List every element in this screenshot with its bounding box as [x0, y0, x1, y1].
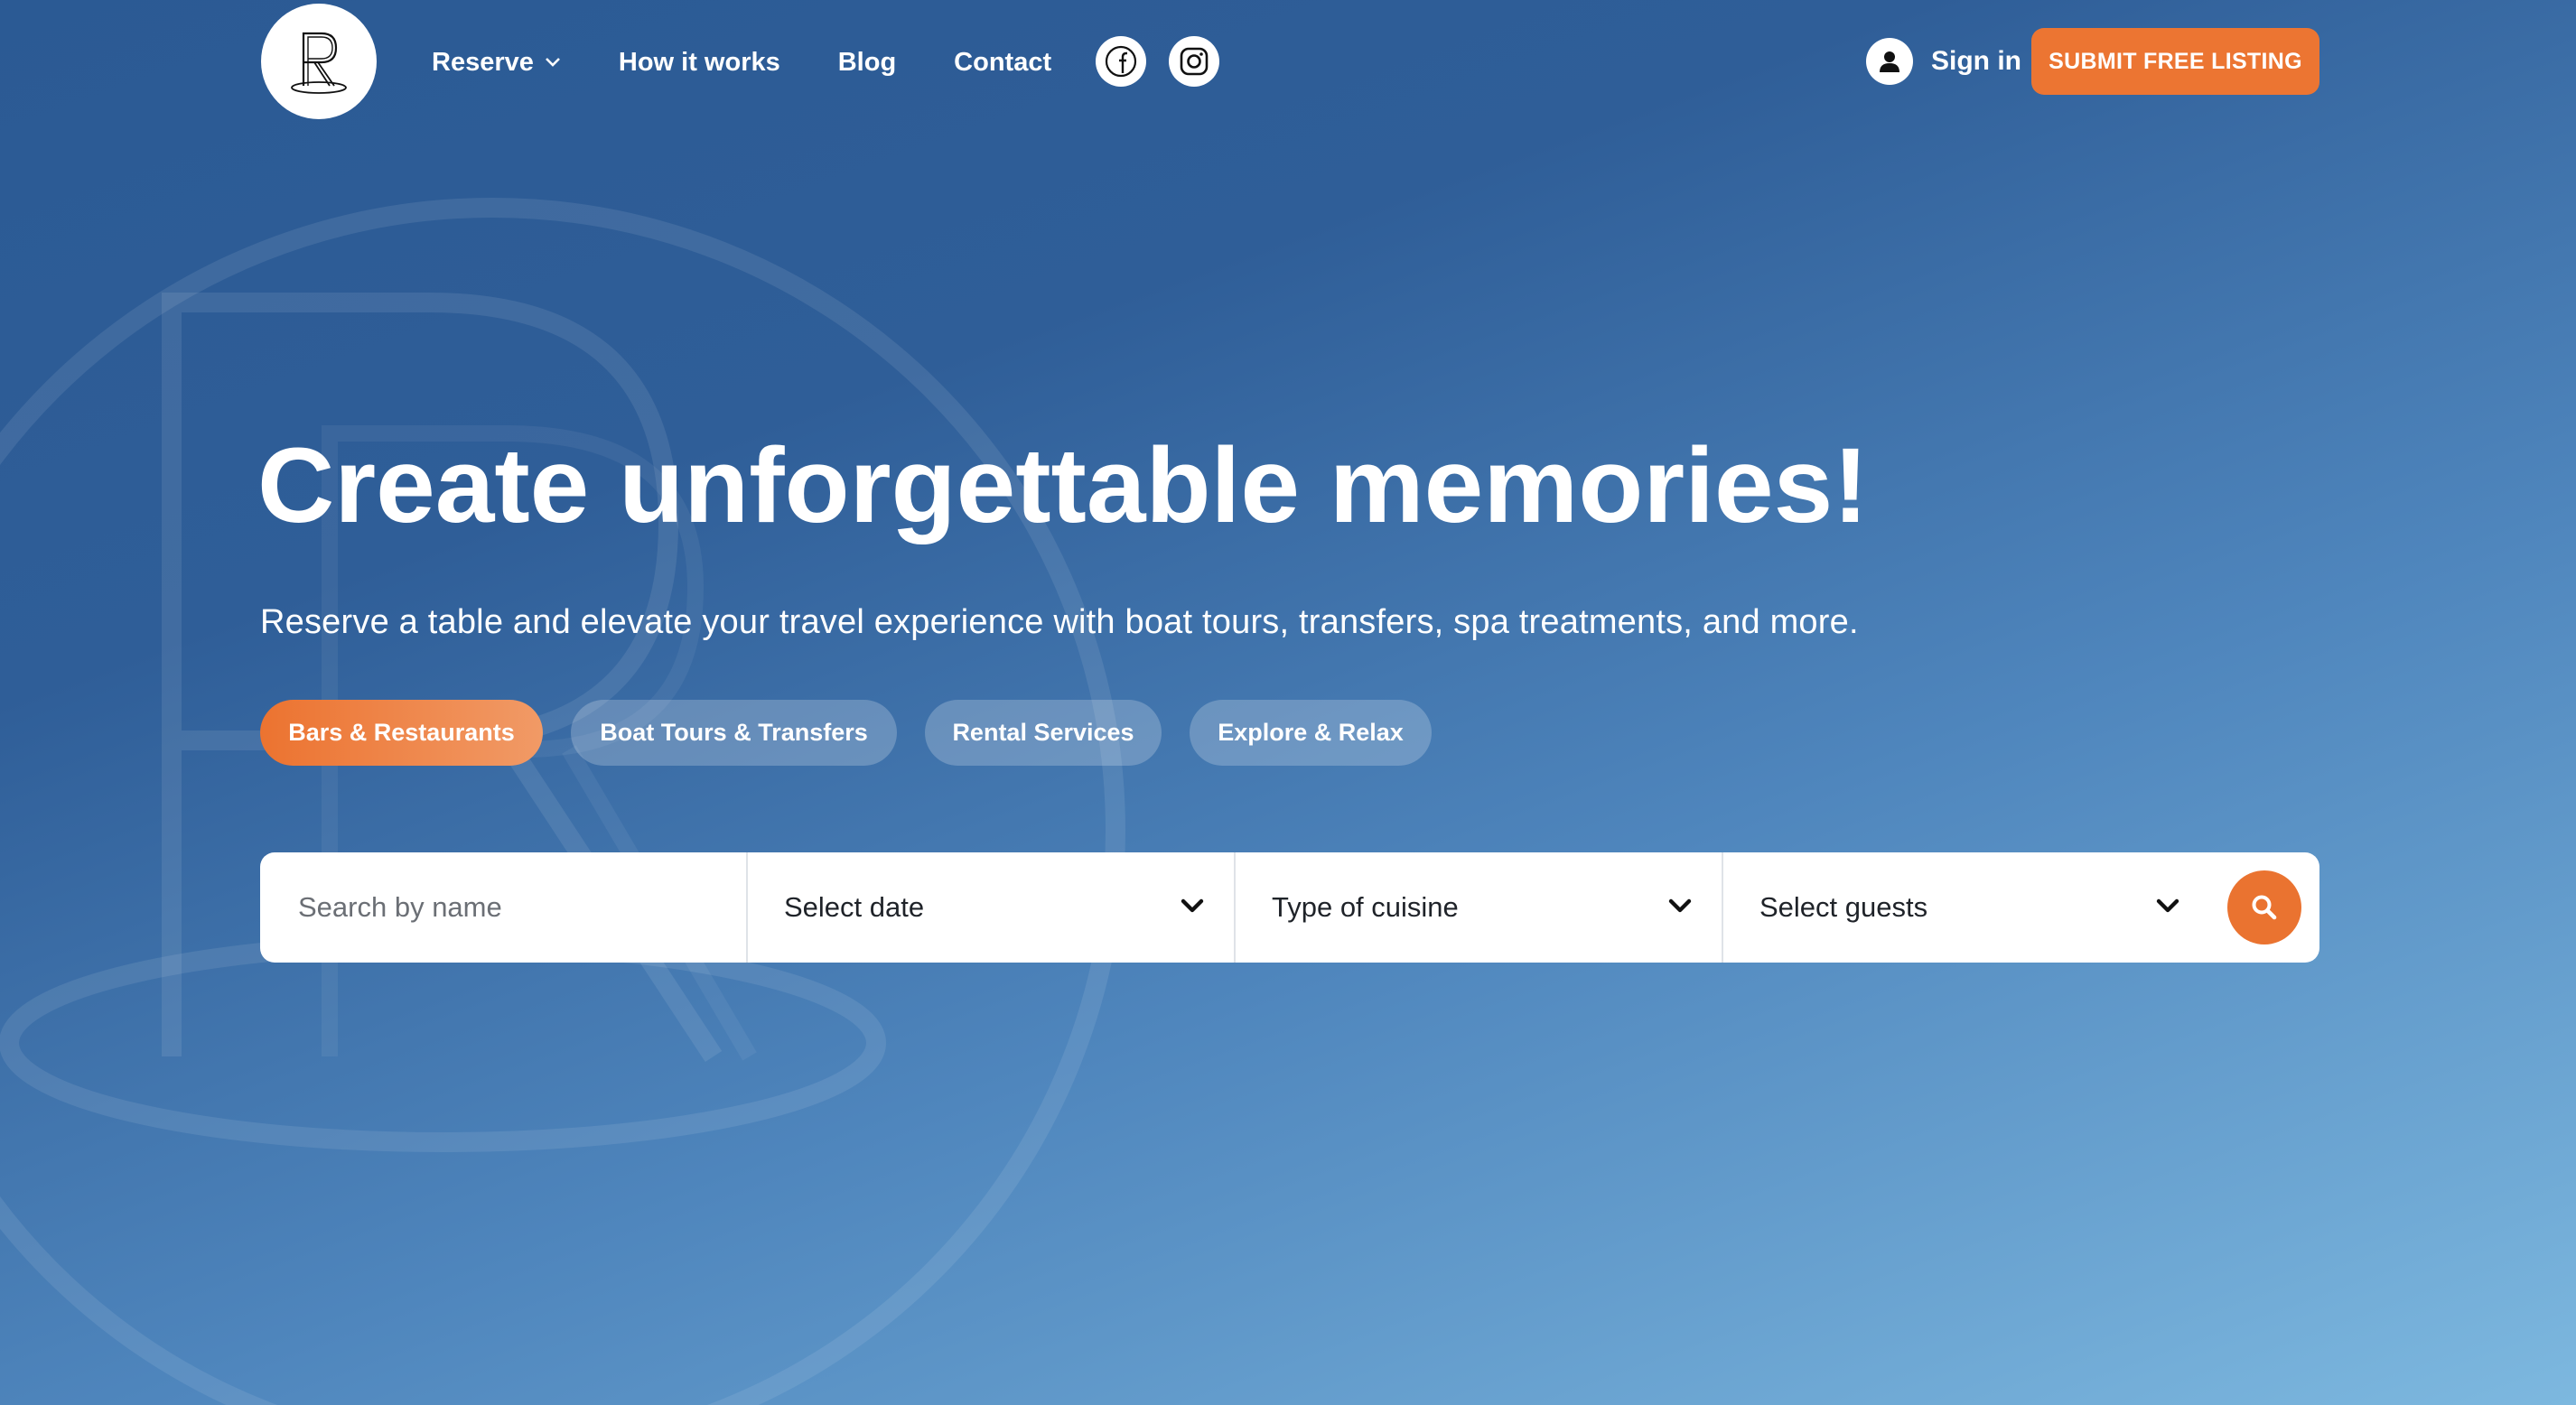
- nav-item-label: Blog: [837, 47, 897, 77]
- instagram-link[interactable]: [1169, 36, 1219, 87]
- facebook-icon: [1105, 45, 1137, 78]
- divider: [1234, 852, 1236, 963]
- nav-item-reserve[interactable]: Reserve: [432, 48, 561, 78]
- divider: [746, 852, 748, 963]
- search-button[interactable]: [2227, 870, 2301, 944]
- sign-in-label: Sign in: [1931, 46, 2021, 76]
- tab-bars-restaurants[interactable]: Bars & Restaurants: [260, 700, 543, 766]
- hero-subtitle: Reserve a table and elevate your travel …: [260, 603, 1859, 641]
- nav-item-label: Contact: [954, 47, 1052, 77]
- cuisine-select-label: Type of cuisine: [1272, 891, 1459, 923]
- nav-item-label: How it works: [618, 47, 780, 77]
- submit-free-listing-button[interactable]: SUBMIT FREE LISTING: [2031, 28, 2319, 95]
- logo-r-icon: [291, 32, 347, 94]
- chevron-down-icon: [545, 57, 561, 68]
- date-select-label: Select date: [784, 891, 925, 923]
- user-icon: [1866, 38, 1913, 85]
- tab-boat-tours-transfers[interactable]: Boat Tours & Transfers: [571, 700, 897, 766]
- instagram-icon: [1180, 47, 1209, 76]
- chevron-down-icon[interactable]: [1667, 894, 1693, 919]
- nav-item-label: Reserve: [432, 47, 534, 77]
- sign-in-link[interactable]: Sign in: [1866, 36, 2021, 87]
- tab-rental-services[interactable]: Rental Services: [925, 700, 1162, 766]
- divider: [1722, 852, 1723, 963]
- nav-item-contact[interactable]: Contact: [954, 48, 1051, 78]
- chevron-down-icon[interactable]: [2155, 894, 2180, 919]
- tab-explore-relax[interactable]: Explore & Relax: [1190, 700, 1432, 766]
- guests-select-label: Select guests: [1759, 891, 1928, 923]
- search-field: [298, 852, 741, 963]
- cuisine-select[interactable]: Type of cuisine: [1272, 852, 1696, 963]
- hero-title: Create unforgettable memories!: [257, 426, 1869, 545]
- chevron-down-icon[interactable]: [1180, 894, 1205, 919]
- nav-item-how-it-works[interactable]: How it works: [619, 48, 780, 78]
- facebook-link[interactable]: [1096, 36, 1146, 87]
- search-icon: [2252, 895, 2277, 920]
- date-select[interactable]: Select date: [784, 852, 1209, 963]
- nav-item-blog[interactable]: Blog: [838, 48, 896, 78]
- site-logo[interactable]: [261, 4, 377, 119]
- main-nav: Reserve How it works Blog Contact: [432, 40, 1051, 85]
- guests-select[interactable]: Select guests: [1759, 852, 2184, 963]
- site-header: Reserve How it works Blog Contact Sign i…: [0, 0, 2576, 125]
- search-input[interactable]: [298, 891, 732, 924]
- search-bar: Select date Type of cuisine Select guest…: [260, 852, 2319, 963]
